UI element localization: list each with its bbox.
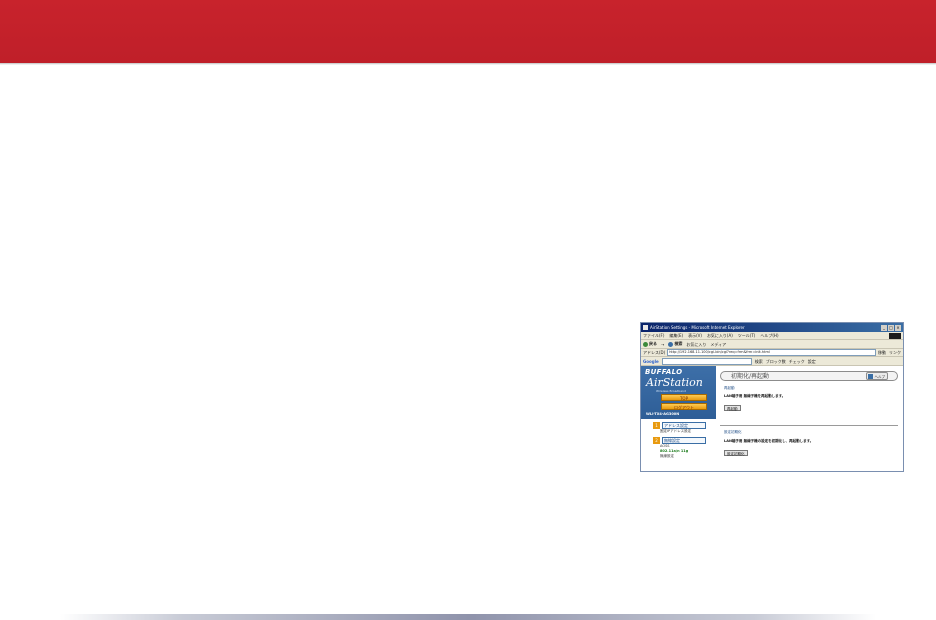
menu-edit[interactable]: 編集(E) bbox=[669, 333, 683, 338]
page-content: BUFFALO AirStation Wireless Broadband TO… bbox=[641, 366, 903, 471]
settings-panel: 初期化/再起動 ヘルプ 再起動 LAN端子用 無線子機を再起動します。 再起動 … bbox=[716, 366, 903, 471]
menu-tools[interactable]: ツール(T) bbox=[738, 333, 756, 338]
address-bar: アドレス(D) http://192.168.11.100/cgi-bin/cg… bbox=[641, 349, 903, 357]
model-name: WLI-TX4-AG300N bbox=[646, 412, 680, 416]
google-settings-button[interactable]: 設定 bbox=[808, 359, 816, 364]
section-reset-text: LAN端子用 無線子機の設定を初期化し、再起動します。 bbox=[724, 439, 814, 443]
footer-bar bbox=[60, 614, 876, 620]
tagline: Wireless Broadband bbox=[656, 389, 686, 393]
window-title: AirStation Settings - Microsoft Internet… bbox=[650, 325, 745, 330]
menu-bar: ファイル(F) 編集(E) 表示(V) お気に入り(A) ツール(T) ヘルプ(… bbox=[641, 332, 903, 340]
screenshot-browser-window: AirStation Settings - Microsoft Internet… bbox=[640, 322, 904, 472]
top-banner bbox=[0, 0, 936, 63]
section-reboot-title: 再起動 bbox=[724, 386, 735, 390]
search-button[interactable]: 検索 bbox=[668, 341, 682, 347]
nav-number: 1 bbox=[653, 421, 660, 429]
window-titlebar: AirStation Settings - Microsoft Internet… bbox=[641, 323, 903, 332]
back-icon bbox=[643, 341, 648, 347]
section-reboot-text: LAN端子用 無線子機を再起動します。 bbox=[724, 394, 786, 398]
sidebar-item-address[interactable]: 1 アドレス設定 bbox=[653, 421, 716, 429]
media-button[interactable]: メディア bbox=[710, 342, 726, 347]
logout-button[interactable]: ログアウト bbox=[661, 403, 707, 410]
favorites-button[interactable]: お気に入り bbox=[686, 342, 706, 347]
maximize-button[interactable]: □ bbox=[888, 324, 894, 331]
forward-button[interactable]: → bbox=[661, 342, 664, 347]
menu-view[interactable]: 表示(V) bbox=[688, 333, 702, 338]
reboot-button[interactable]: 再起動 bbox=[724, 405, 741, 411]
help-button[interactable]: ヘルプ bbox=[866, 372, 888, 380]
banner-shadow bbox=[0, 63, 936, 65]
links-button[interactable]: リンク bbox=[889, 350, 901, 355]
windows-logo-icon bbox=[889, 332, 901, 339]
menu-favorites[interactable]: お気に入り(A) bbox=[707, 333, 733, 338]
google-logo: Google bbox=[643, 358, 659, 364]
google-check-button[interactable]: チェック bbox=[789, 359, 805, 364]
google-search-input[interactable] bbox=[661, 357, 752, 365]
section-divider bbox=[720, 425, 898, 426]
sidebar-item-label: アドレス設定 bbox=[662, 421, 706, 429]
menu-help[interactable]: ヘルプ(H) bbox=[760, 333, 778, 338]
help-icon bbox=[868, 374, 873, 379]
minimize-button[interactable]: _ bbox=[881, 324, 887, 331]
help-label: ヘルプ bbox=[874, 375, 886, 379]
address-input[interactable]: http://192.168.11.100/cgi-bin/cgi?req=fr… bbox=[667, 349, 876, 356]
google-blocked-button[interactable]: ブロック数 bbox=[766, 359, 786, 364]
browser-icon bbox=[643, 325, 648, 330]
top-button[interactable]: TOP bbox=[661, 394, 707, 401]
nav-number: 2 bbox=[653, 436, 660, 444]
browser-toolbar: 戻る → 検索 お気に入り メディア bbox=[641, 340, 903, 349]
address-label: アドレス(D) bbox=[643, 350, 666, 355]
close-button[interactable]: × bbox=[895, 324, 901, 331]
section-reset-title: 設定初期化 bbox=[724, 430, 742, 434]
google-search-button[interactable]: 検索 bbox=[755, 359, 763, 364]
reset-button[interactable]: 設定初期化 bbox=[724, 450, 748, 456]
sidebar-nav: 1 アドレス設定 固定IPアドレス設定 2 無線設定 AOSS 802.11a/… bbox=[641, 419, 716, 471]
menu-file[interactable]: ファイル(F) bbox=[643, 333, 664, 338]
sidebar-subitem-static-ip[interactable]: 固定IPアドレス設定 bbox=[660, 429, 716, 434]
go-button[interactable]: 移動 bbox=[878, 350, 886, 355]
sidebar-subitem-wireless[interactable]: 無線設定 bbox=[660, 454, 716, 459]
buffalo-logo: BUFFALO bbox=[645, 368, 683, 376]
airstation-sidebar: BUFFALO AirStation Wireless Broadband TO… bbox=[641, 366, 716, 471]
sidebar-item-label: 無線設定 bbox=[662, 436, 706, 444]
sidebar-item-wireless[interactable]: 2 無線設定 bbox=[653, 436, 716, 444]
search-icon bbox=[668, 341, 674, 347]
back-button[interactable]: 戻る bbox=[643, 341, 657, 347]
google-toolbar: Google 検索 ブロック数 チェック 設定 bbox=[641, 357, 903, 366]
airstation-logo: AirStation bbox=[646, 376, 703, 389]
